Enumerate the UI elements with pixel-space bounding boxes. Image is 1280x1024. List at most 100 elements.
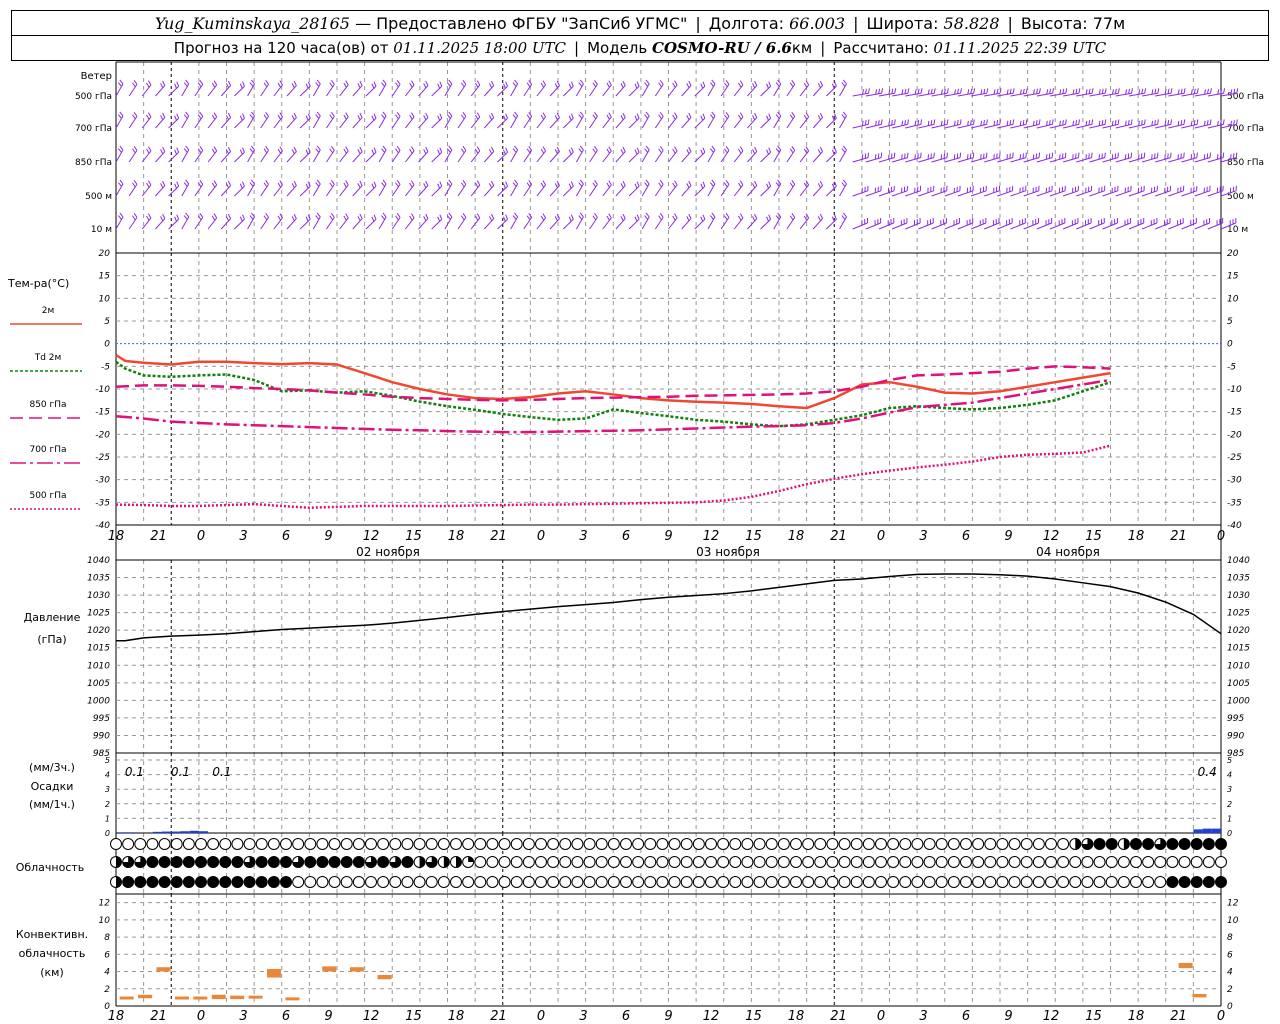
wind-barb	[207, 80, 218, 97]
cloud-cell	[207, 838, 220, 850]
wind-barb	[641, 179, 650, 197]
temp-tick-left: -10	[95, 385, 110, 395]
cloud-cell	[790, 856, 802, 868]
hour-tick-label: 6	[622, 529, 630, 544]
wind-barb	[760, 147, 772, 163]
wind-barb	[510, 79, 519, 97]
cloud-cell	[1045, 856, 1057, 868]
cloud-cell	[668, 876, 681, 888]
wind-barb	[260, 212, 269, 230]
cloud-cell	[522, 838, 535, 850]
hour-tick-label: 3	[579, 529, 587, 544]
conv-bar	[193, 996, 208, 1000]
hour-tick-label: 0	[537, 529, 545, 544]
cloud-cell	[875, 838, 887, 850]
cloud-cell-fill	[419, 856, 426, 868]
hour-tick-label: 9	[1004, 1009, 1012, 1024]
wind-barb	[654, 111, 664, 129]
wind-barb	[207, 146, 218, 163]
cloud-cell	[304, 838, 317, 850]
cloud-cell	[705, 856, 717, 868]
press-tick-right: 1010	[1227, 661, 1250, 671]
hour-tick-label: 3	[579, 1009, 587, 1024]
wind-barb	[733, 146, 744, 163]
cloud-cell	[158, 856, 171, 868]
day-label: 03 ноября	[696, 545, 760, 559]
conv-bar	[1192, 993, 1207, 998]
cloud-cell	[680, 838, 693, 850]
hour-tick-label: 12	[1043, 529, 1060, 544]
wind-barb	[602, 180, 612, 197]
wind-barb	[312, 179, 321, 197]
wind-barb	[747, 112, 758, 129]
wind-barb	[799, 80, 810, 97]
wind-barb	[326, 145, 335, 163]
cloud-cell	[304, 856, 317, 868]
cloud-cell	[996, 838, 1009, 850]
cloud-cell	[935, 838, 948, 850]
cloud-cell	[462, 876, 475, 888]
wind-level-label: 500 м	[85, 192, 112, 202]
cloud-cell	[255, 876, 268, 888]
wind-barb	[299, 181, 311, 197]
press-tick-left: 1000	[87, 696, 110, 706]
cloud-cell	[559, 876, 572, 888]
hour-tick-label: 12	[363, 529, 380, 544]
conv-unit: (км)	[40, 966, 64, 979]
cloud-cell	[146, 838, 159, 850]
wind-barb	[628, 81, 640, 97]
wind-barb	[312, 212, 321, 230]
cloud-cell	[328, 838, 341, 850]
wind-barb	[260, 145, 269, 163]
temp-title: Тем-ра(°С)	[7, 277, 69, 290]
hour-tick-label: 12	[1043, 1009, 1060, 1024]
wind-barb	[970, 218, 987, 230]
conv-bar	[156, 967, 171, 972]
cloud-cell	[1202, 856, 1215, 868]
wind-barb	[273, 180, 283, 197]
cloud-cell	[862, 856, 875, 868]
cloud-cell	[1069, 876, 1082, 888]
cloud-cell	[182, 856, 195, 868]
wind-barb	[1168, 217, 1184, 230]
wind-barb	[1155, 218, 1171, 230]
cloud-cell	[996, 856, 1009, 868]
temp-legend-label: 500 гПа	[29, 491, 66, 501]
cloud-cell	[729, 856, 742, 868]
cloud-cell	[401, 838, 414, 850]
cloud-cell	[935, 876, 948, 888]
cloud-cell	[510, 856, 523, 868]
cloud-cell	[838, 856, 851, 868]
cloud-cell	[437, 838, 450, 850]
cloud-cell	[826, 856, 839, 868]
press-tick-right: 1000	[1227, 696, 1250, 706]
cloud-cell	[595, 876, 608, 888]
wind-barb	[668, 112, 678, 129]
wind-barb	[312, 111, 321, 129]
cloud-cell	[607, 838, 620, 850]
cloud-cell	[450, 838, 462, 850]
wind-barb	[365, 181, 377, 197]
cloud-cell	[158, 838, 171, 850]
wind-barb	[786, 179, 796, 197]
wind-barb	[681, 213, 692, 230]
cloud-cell	[656, 838, 669, 850]
wind-barb	[957, 218, 974, 230]
cloud-cell	[911, 876, 924, 888]
cloud-cell	[790, 838, 802, 850]
wind-barb	[1036, 217, 1053, 230]
conv-tick-left: 8	[104, 933, 110, 943]
cloud-cell	[790, 876, 802, 888]
wind-barb	[733, 213, 744, 230]
hour-tick-label: 15	[745, 1009, 762, 1024]
temp-tick-left: 20	[99, 249, 111, 259]
cloud-cell	[1215, 856, 1227, 868]
wind-barb	[760, 113, 772, 129]
cloud-cell	[668, 856, 681, 868]
wind-barb	[483, 112, 495, 129]
conv-tick-left: 12	[99, 899, 111, 909]
wind-barb	[839, 111, 847, 129]
wind-barb	[457, 111, 467, 129]
wind-barb	[1181, 217, 1197, 230]
cloud-cell	[583, 838, 596, 850]
